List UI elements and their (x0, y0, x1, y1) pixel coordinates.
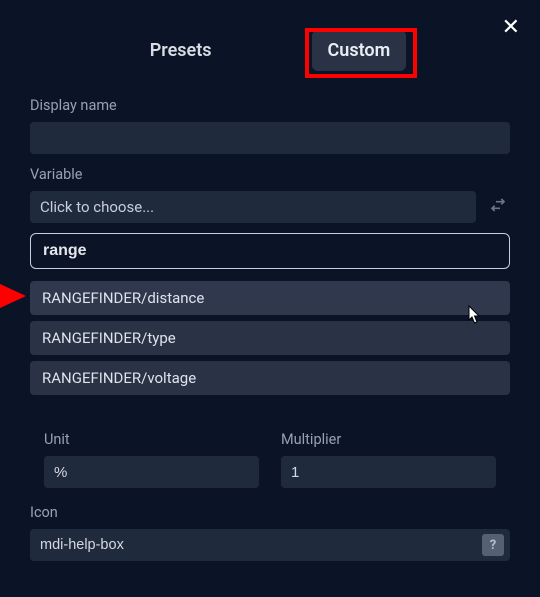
help-icon[interactable]: ? (482, 534, 504, 556)
pointer-annotation (0, 284, 26, 308)
variable-option[interactable]: RANGEFINDER/distance (30, 281, 510, 315)
tab-presets[interactable]: Presets (134, 30, 228, 71)
tab-custom[interactable]: Custom (312, 30, 407, 71)
unit-input[interactable] (44, 456, 259, 488)
variable-select-placeholder: Click to choose... (40, 198, 154, 216)
unit-label: Unit (44, 431, 259, 448)
variable-option-label: RANGEFINDER/distance (42, 289, 204, 307)
variable-option-label: RANGEFINDER/voltage (42, 369, 196, 387)
variable-label: Variable (30, 166, 510, 183)
form-content: Display name Variable Click to choose...… (0, 81, 540, 575)
variable-search-input[interactable] (30, 233, 510, 269)
variable-select[interactable]: Click to choose... (30, 191, 476, 223)
variable-option[interactable]: RANGEFINDER/type (30, 321, 510, 355)
display-name-input[interactable] (30, 122, 510, 154)
icon-label: Icon (30, 504, 510, 521)
multiplier-input[interactable] (281, 456, 496, 488)
multiplier-label: Multiplier (281, 431, 496, 448)
variable-option[interactable]: RANGEFINDER/voltage (30, 361, 510, 395)
tab-bar: Presets Custom (0, 0, 540, 81)
icon-input[interactable] (30, 529, 510, 561)
variable-options-list: RANGEFINDER/distance RANGEFINDER/type RA… (30, 281, 510, 407)
swap-icon[interactable] (486, 193, 510, 221)
display-name-label: Display name (30, 97, 510, 114)
variable-option-label: RANGEFINDER/type (42, 329, 176, 347)
